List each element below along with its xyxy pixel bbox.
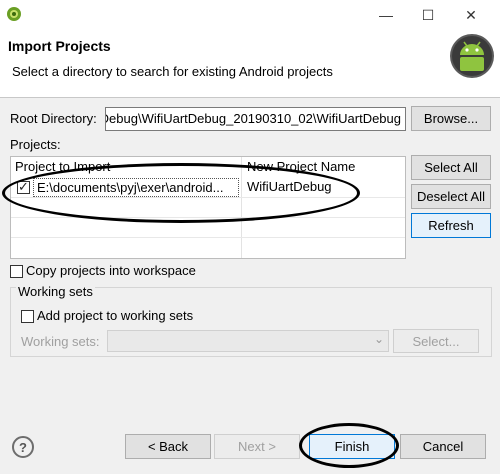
minimize-button[interactable]: — (363, 0, 409, 30)
chevron-down-icon: ⌄ (373, 332, 384, 346)
row-divider (11, 217, 405, 218)
next-button[interactable]: Next > (214, 434, 300, 459)
copy-projects-checkbox[interactable] (10, 265, 23, 278)
root-directory-label: Root Directory: (10, 111, 97, 126)
title-bar: — ☐ ✕ (0, 0, 500, 30)
browse-button[interactable]: Browse... (411, 106, 491, 131)
projects-label: Projects: (10, 137, 61, 152)
working-sets-group-label: Working sets (16, 284, 95, 299)
help-icon[interactable]: ? (12, 436, 34, 458)
select-all-button[interactable]: Select All (411, 155, 491, 180)
row-checkbox[interactable] (17, 179, 30, 195)
root-directory-value: C:\documents\pyj\exer\android\WifiUartDe… (106, 111, 401, 126)
page-title: Import Projects (8, 38, 111, 54)
copy-projects-label[interactable]: Copy projects into workspace (26, 263, 196, 278)
close-button[interactable]: ✕ (448, 0, 494, 30)
row-project-path: E:\documents\pyj\exer\android... (33, 178, 239, 197)
maximize-button[interactable]: ☐ (405, 0, 451, 30)
back-button[interactable]: < Back (125, 434, 211, 459)
projects-table[interactable]: Project to Import New Project Name E:\do… (10, 156, 406, 259)
column-header-project[interactable]: Project to Import (11, 157, 114, 179)
column-divider (241, 157, 242, 258)
cancel-button[interactable]: Cancel (400, 434, 486, 459)
column-header-name[interactable]: New Project Name (243, 157, 359, 179)
finish-button[interactable]: Finish (309, 434, 395, 459)
page-description: Select a directory to search for existin… (12, 64, 333, 79)
row-divider (11, 237, 405, 238)
root-directory-input[interactable]: C:\documents\pyj\exer\android\WifiUartDe… (105, 107, 406, 131)
row-project-name[interactable]: WifiUartDebug (247, 179, 332, 194)
refresh-button[interactable]: Refresh (411, 213, 491, 238)
working-sets-select-button[interactable]: Select... (393, 329, 479, 353)
add-to-working-sets-checkbox[interactable] (21, 310, 34, 323)
working-sets-select[interactable]: ⌄ (107, 330, 389, 352)
eclipse-app-icon (7, 7, 21, 21)
add-to-working-sets-label[interactable]: Add project to working sets (37, 308, 193, 323)
table-row[interactable]: E:\documents\pyj\exer\android... WifiUar… (11, 178, 405, 198)
dialog-header: Import Projects Select a directory to se… (0, 30, 500, 98)
android-logo-icon (450, 34, 494, 78)
working-sets-field-label: Working sets: (21, 334, 100, 349)
deselect-all-button[interactable]: Deselect All (411, 184, 491, 209)
